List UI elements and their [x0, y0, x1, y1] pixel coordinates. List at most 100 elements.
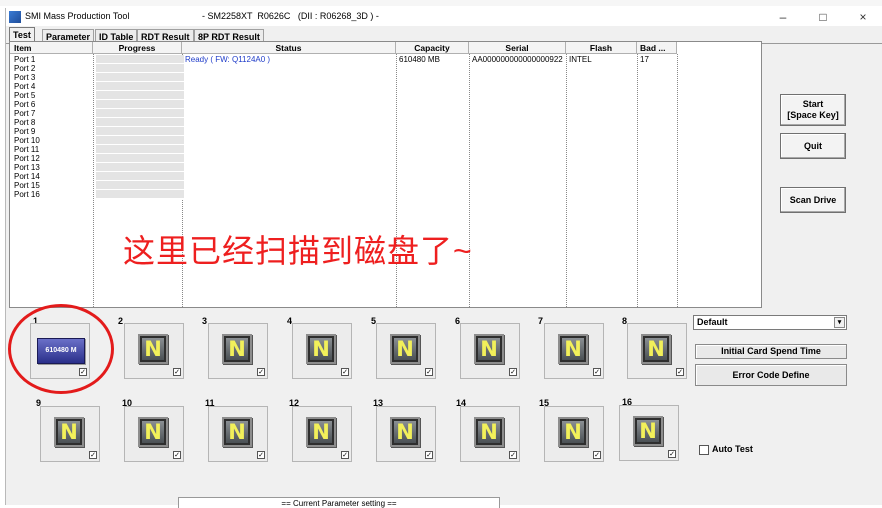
slot-checkbox[interactable]: ✓: [257, 368, 265, 376]
column-header-flash[interactable]: Flash: [566, 42, 637, 54]
port-label: Port 4: [14, 82, 36, 91]
slot-15[interactable]: N ✓: [544, 406, 604, 462]
slot-6[interactable]: N ✓: [460, 323, 520, 379]
slot-11[interactable]: N ✓: [208, 406, 268, 462]
slot-10[interactable]: N ✓: [124, 406, 184, 462]
no-device-icon: N: [306, 334, 336, 364]
column-divider: [637, 54, 638, 307]
port-label: Port 14: [14, 172, 40, 181]
column-header-item[interactable]: Item: [10, 42, 93, 54]
slot-4[interactable]: N ✓: [292, 323, 352, 379]
maximize-button[interactable]: □: [803, 8, 843, 26]
no-device-icon: N: [54, 417, 84, 447]
quit-button[interactable]: Quit: [780, 133, 846, 159]
port-label: Port 15: [14, 181, 40, 190]
slot-checkbox[interactable]: ✓: [257, 451, 265, 459]
column-header-serial[interactable]: Serial: [469, 42, 566, 54]
slot-12[interactable]: N ✓: [292, 406, 352, 462]
slot-checkbox[interactable]: ✓: [668, 450, 676, 458]
slot-checkbox[interactable]: ✓: [676, 368, 684, 376]
title-bar: SMI Mass Production Tool - SM2258XT R062…: [6, 8, 882, 26]
slot-8[interactable]: N ✓: [627, 323, 687, 379]
port1-flash: INTEL: [569, 55, 592, 64]
no-device-icon: N: [633, 416, 663, 446]
port-label: Port 10: [14, 136, 40, 145]
port-label: Port 6: [14, 100, 36, 109]
column-divider: [566, 54, 567, 307]
progress-bar: [96, 100, 184, 109]
no-device-icon: N: [558, 334, 588, 364]
slot-9[interactable]: N ✓: [40, 406, 100, 462]
no-device-icon: N: [222, 334, 252, 364]
port-label: Port 8: [14, 118, 36, 127]
highlight-circle: [8, 304, 114, 394]
app-icon: [9, 11, 21, 23]
slot-checkbox[interactable]: ✓: [509, 368, 517, 376]
port-label: Port 7: [14, 109, 36, 118]
column-header-progress[interactable]: Progress: [93, 42, 182, 54]
column-header-bad[interactable]: Bad ...: [637, 42, 677, 54]
no-device-icon: N: [390, 334, 420, 364]
no-device-icon: N: [390, 417, 420, 447]
close-button[interactable]: ×: [843, 8, 882, 26]
port-label: Port 13: [14, 163, 40, 172]
progress-bar: [96, 154, 184, 163]
auto-test-checkbox[interactable]: Auto Test: [699, 444, 753, 455]
slot-2[interactable]: N ✓: [124, 323, 184, 379]
slot-13[interactable]: N ✓: [376, 406, 436, 462]
port-label: Port 12: [14, 154, 40, 163]
column-header-status[interactable]: Status: [182, 42, 396, 54]
port-label: Port 2: [14, 64, 36, 73]
profile-select[interactable]: Default ▾: [693, 315, 847, 330]
progress-bar: [96, 172, 184, 181]
top-strip: [0, 0, 882, 6]
progress-bar: [96, 55, 184, 64]
progress-bar: [96, 73, 184, 82]
slot-14[interactable]: N ✓: [460, 406, 520, 462]
slot-3[interactable]: N ✓: [208, 323, 268, 379]
progress-bar: [96, 91, 184, 100]
no-device-icon: N: [474, 417, 504, 447]
slot-16[interactable]: N ✓: [619, 405, 679, 461]
port1-bad-blocks: 17: [640, 55, 649, 64]
progress-bar: [96, 136, 184, 145]
error-code-define-button[interactable]: Error Code Define: [695, 364, 847, 386]
slot-number: 3: [202, 316, 208, 326]
slot-checkbox[interactable]: ✓: [341, 368, 349, 376]
slot-checkbox[interactable]: ✓: [173, 368, 181, 376]
port1-status: Ready ( FW: Q1124A0 ): [185, 55, 271, 64]
minimize-button[interactable]: –: [763, 8, 803, 26]
slot-checkbox[interactable]: ✓: [425, 451, 433, 459]
port-label: Port 3: [14, 73, 36, 82]
slot-checkbox[interactable]: ✓: [89, 451, 97, 459]
no-device-icon: N: [641, 334, 671, 364]
column-header-capacity[interactable]: Capacity: [396, 42, 469, 54]
port-label: Port 5: [14, 91, 36, 100]
slot-7[interactable]: N ✓: [544, 323, 604, 379]
slot-checkbox[interactable]: ✓: [593, 368, 601, 376]
slot-checkbox[interactable]: ✓: [593, 451, 601, 459]
progress-bar: [96, 181, 184, 190]
slot-checkbox[interactable]: ✓: [425, 368, 433, 376]
slot-checkbox[interactable]: ✓: [509, 451, 517, 459]
checkbox-icon[interactable]: [699, 444, 709, 455]
no-device-icon: N: [138, 417, 168, 447]
start-button[interactable]: Start [Space Key]: [780, 94, 846, 126]
port1-capacity: 610480 MB: [399, 55, 440, 64]
window-title: - SM2258XT R0626C (DII : R06268_3D ) -: [202, 11, 379, 21]
port-label: Port 16: [14, 190, 40, 199]
scan-drive-button[interactable]: Scan Drive: [780, 187, 846, 213]
profile-value: Default: [697, 317, 728, 327]
progress-bar: [96, 109, 184, 118]
initial-card-spend-time-button[interactable]: Initial Card Spend Time: [695, 344, 847, 359]
port1-serial: AA000000000000000922: [472, 55, 563, 64]
chevron-down-icon[interactable]: ▾: [834, 317, 845, 328]
slot-5[interactable]: N ✓: [376, 323, 436, 379]
slot-number: 2: [118, 316, 124, 326]
auto-test-label: Auto Test: [712, 444, 753, 454]
slot-checkbox[interactable]: ✓: [341, 451, 349, 459]
no-device-icon: N: [222, 417, 252, 447]
column-divider: [677, 54, 678, 307]
no-device-icon: N: [306, 417, 336, 447]
slot-checkbox[interactable]: ✓: [173, 451, 181, 459]
